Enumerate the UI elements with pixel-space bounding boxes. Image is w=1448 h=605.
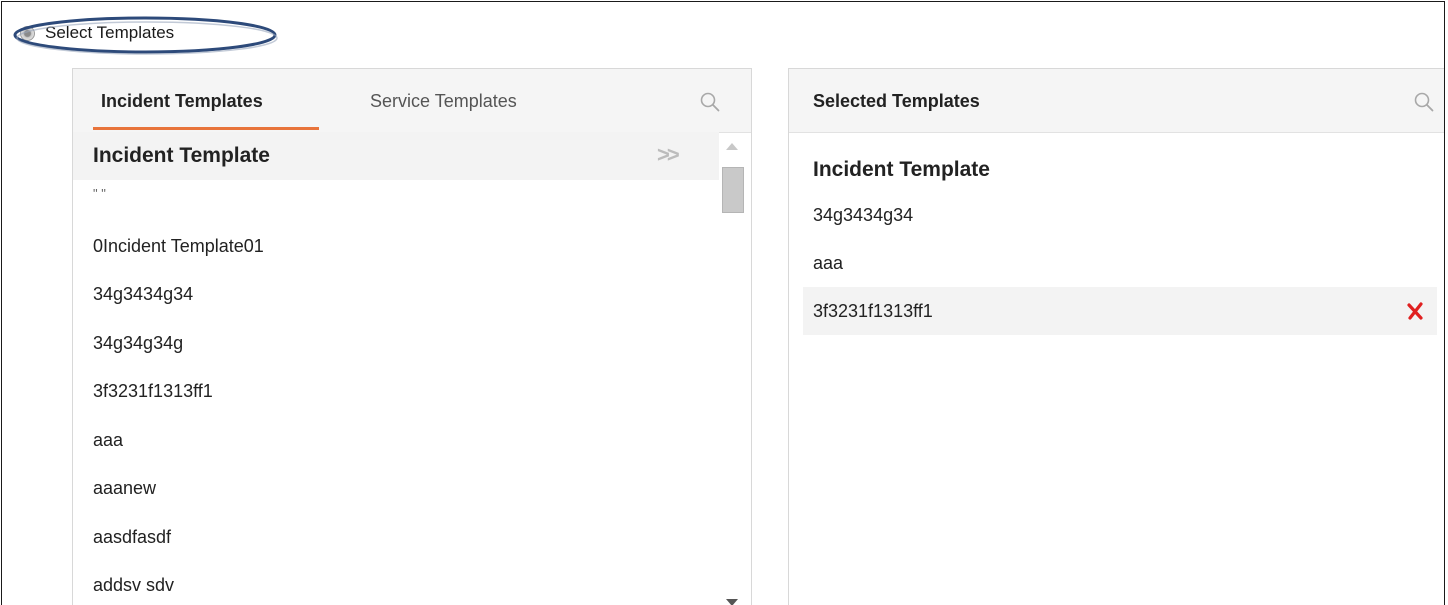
group-header: Incident Template >>: [73, 132, 719, 180]
selected-templates-list: Incident Template 34g3434g34 aaa 3f3231f…: [803, 149, 1437, 335]
group-title: Incident Template: [813, 158, 990, 181]
list-item[interactable]: 34g3434g34: [73, 271, 719, 320]
scroll-down-arrow-icon[interactable]: [726, 599, 738, 605]
selected-list-item[interactable]: aaa: [803, 239, 1437, 287]
list-item[interactable]: aaa: [73, 416, 719, 465]
list-item[interactable]: " ": [73, 180, 719, 222]
template-selection-frame: Select Templates Incident Templates Serv…: [1, 1, 1445, 605]
list-item[interactable]: 34g34g34g: [73, 319, 719, 368]
selected-list-item[interactable]: 34g3434g34: [803, 191, 1437, 239]
group-title: Incident Template: [93, 144, 270, 167]
search-icon[interactable]: [699, 91, 721, 113]
list-item[interactable]: addsv sdv: [73, 562, 719, 605]
remove-x-icon[interactable]: [1405, 300, 1425, 322]
selected-templates-title: Selected Templates: [813, 91, 980, 111]
selected-templates-header: Selected Templates: [789, 69, 1444, 133]
selected-item-label: 3f3231f1313ff1: [813, 300, 933, 321]
list-item[interactable]: aaanew: [73, 465, 719, 514]
selected-list-item[interactable]: 3f3231f1313ff1: [803, 287, 1437, 335]
select-templates-option[interactable]: Select Templates: [20, 20, 174, 46]
list-item[interactable]: 0Incident Template01: [73, 222, 719, 271]
tab-service-templates[interactable]: Service Templates: [370, 91, 517, 112]
active-tab-indicator: [93, 127, 319, 130]
selected-templates-panel: Selected Templates Incident Template 34g…: [788, 68, 1444, 605]
available-templates-panel: Incident Templates Service Templates Inc…: [72, 68, 752, 605]
selected-item-label: 34g3434g34: [813, 204, 914, 225]
search-icon[interactable]: [1413, 91, 1435, 113]
scroll-up-arrow-icon[interactable]: [726, 143, 738, 150]
double-chevron-right-icon[interactable]: >>: [657, 142, 680, 168]
available-templates-list: Incident Template >> " " 0Incident Templ…: [73, 132, 719, 605]
tab-incident-templates[interactable]: Incident Templates: [101, 91, 263, 112]
list-item[interactable]: aasdfasdf: [73, 513, 719, 562]
select-templates-label[interactable]: Select Templates: [45, 23, 174, 43]
selected-item-label: aaa: [813, 252, 844, 273]
select-templates-radio[interactable]: [20, 25, 35, 41]
template-tabs: Incident Templates Service Templates: [73, 69, 751, 133]
list-scrollbar[interactable]: [721, 135, 744, 605]
list-item[interactable]: 3f3231f1313ff1: [73, 368, 719, 417]
scroll-thumb[interactable]: [722, 167, 744, 213]
